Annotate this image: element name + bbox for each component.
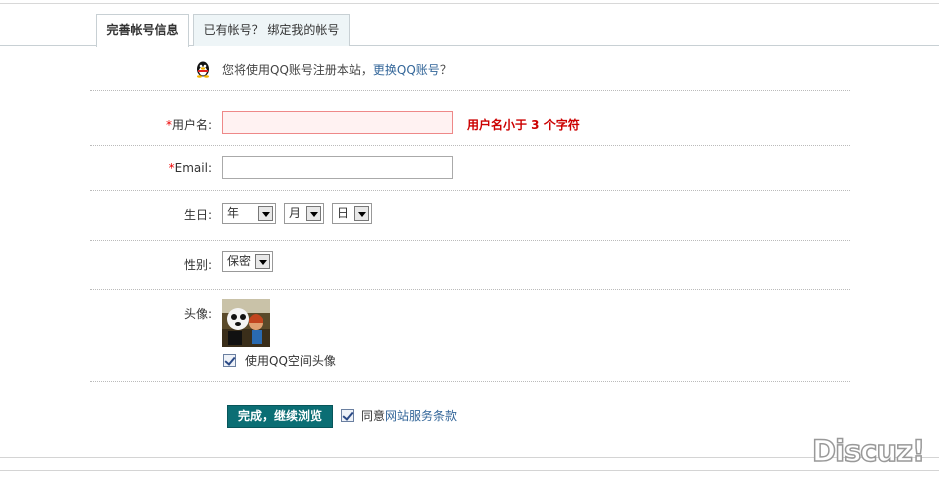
birthday-row: 生日: 年 月 日	[90, 191, 850, 241]
email-label-text: Email:	[174, 161, 212, 175]
chevron-down-icon	[306, 206, 321, 221]
day-value: 日	[337, 206, 350, 220]
birthday-day-select[interactable]: 日	[332, 203, 372, 224]
use-qq-avatar-checkbox[interactable]	[223, 354, 236, 367]
avatar-row: 头像: 使用QQ空间头像	[90, 290, 850, 382]
qq-penguin-icon	[197, 61, 209, 78]
tab-complete-account-info[interactable]: 完善帐号信息	[96, 14, 189, 47]
avatar-image	[222, 299, 270, 347]
gender-row: 性别: 保密	[90, 241, 850, 290]
chevron-down-icon	[255, 254, 270, 269]
agree-label: 同意	[361, 409, 386, 423]
username-row: *用户名: 用户名小于 3 个字符	[90, 91, 850, 146]
chevron-down-icon	[354, 206, 369, 221]
info-suffix: ？	[439, 63, 452, 77]
use-qq-avatar-label: 使用QQ空间头像	[245, 354, 336, 368]
gender-select[interactable]: 保密	[222, 251, 273, 272]
username-input[interactable]	[222, 111, 453, 134]
change-qq-account-link[interactable]: 更换QQ账号	[373, 63, 440, 77]
terms-of-service-link[interactable]: 网站服务条款	[385, 409, 457, 423]
month-value: 月	[289, 206, 302, 220]
username-label-text: 用户名:	[171, 118, 212, 132]
qq-info-row: 您将使用QQ账号注册本站，更换QQ账号？	[90, 52, 850, 91]
birthday-year-select[interactable]: 年	[222, 203, 276, 224]
agree-terms-checkbox[interactable]	[341, 409, 354, 422]
gender-field: 保密	[222, 251, 274, 273]
birthday-label: 生日:	[183, 208, 212, 222]
email-label: *Email:	[90, 161, 212, 175]
birthday-month-select[interactable]: 月	[284, 203, 324, 224]
email-row: *Email:	[90, 146, 850, 191]
bottom-divider-2	[0, 470, 939, 471]
submit-continue-button[interactable]: 完成，继续浏览	[227, 405, 333, 428]
username-error-message: 用户名小于 3 个字符	[467, 118, 580, 132]
agree-terms-text: 同意网站服务条款	[361, 407, 457, 424]
info-message: 您将使用QQ账号注册本站，	[222, 63, 373, 77]
top-divider	[0, 3, 939, 4]
chevron-down-icon	[258, 206, 273, 221]
email-input[interactable]	[222, 156, 453, 179]
gender-label: 性别:	[183, 258, 212, 272]
bottom-divider	[0, 457, 939, 458]
qq-info-text: 您将使用QQ账号注册本站，更换QQ账号？	[222, 61, 452, 78]
tab-bar: 完善帐号信息 已有帐号？ 绑定我的帐号	[0, 14, 939, 47]
gender-value: 保密	[227, 254, 252, 268]
year-value: 年	[227, 206, 240, 220]
birthday-selects: 年 月 日	[222, 203, 382, 225]
avatar-image-wrap	[222, 299, 270, 347]
avatar-label: 头像:	[183, 307, 212, 321]
username-label: *用户名:	[90, 116, 212, 133]
discuz-watermark-logo: Discuz!	[811, 433, 926, 469]
tab-bind-existing-account[interactable]: 已有帐号？ 绑定我的帐号	[193, 14, 350, 46]
